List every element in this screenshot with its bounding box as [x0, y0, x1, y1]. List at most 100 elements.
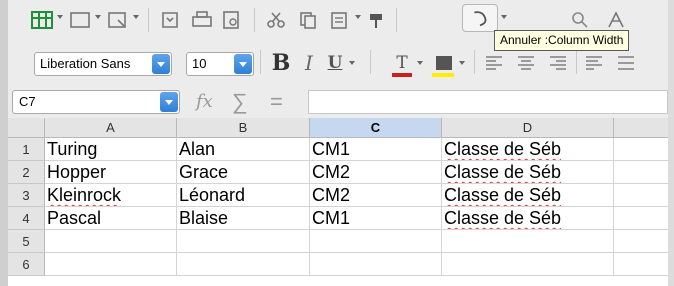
paste-icon[interactable]	[328, 10, 352, 30]
row-header[interactable]: 3	[8, 184, 45, 207]
row-header[interactable]: 2	[8, 161, 45, 184]
cell-b6[interactable]	[177, 253, 310, 276]
print-icon[interactable]	[190, 10, 214, 30]
cell-d3[interactable]: Classe de Séb	[442, 184, 614, 207]
formula-input[interactable]	[308, 90, 668, 114]
row-header[interactable]: 5	[8, 230, 45, 253]
font-name-combobox[interactable]: Liberation Sans	[34, 52, 172, 76]
sum-icon[interactable]: ∑	[232, 89, 248, 115]
cell-c3[interactable]: CM2	[310, 184, 442, 207]
row-header[interactable]: 4	[8, 207, 45, 230]
undo-button[interactable]	[462, 4, 498, 32]
cell-e5[interactable]	[614, 230, 668, 253]
align-center-icon[interactable]	[518, 55, 536, 71]
cell-c1[interactable]: CM1	[310, 138, 442, 161]
cell-d2[interactable]: Classe de Séb	[442, 161, 614, 184]
toolbar-separator	[260, 50, 261, 74]
cell-c4[interactable]: CM1	[310, 207, 442, 230]
merge-cells-icon[interactable]	[618, 55, 636, 71]
find-replace-icon[interactable]	[568, 10, 592, 30]
font-size-combobox[interactable]: 10	[186, 52, 254, 76]
select-all-corner[interactable]	[8, 118, 45, 138]
column-header-e[interactable]	[614, 118, 668, 138]
cell-a2[interactable]: Hopper	[45, 161, 177, 184]
cell-c5[interactable]	[310, 230, 442, 253]
export-pdf-icon[interactable]	[158, 10, 182, 30]
cell-a5[interactable]	[45, 230, 177, 253]
italic-button[interactable]: I	[300, 50, 318, 76]
cell-e2[interactable]	[614, 161, 668, 184]
highlight-icon[interactable]	[436, 56, 452, 70]
name-box-dropdown-icon[interactable]	[160, 92, 178, 112]
toolbar-separator	[370, 50, 371, 74]
toolbar-separator	[254, 8, 255, 32]
formula-bar: C7 fx ∑ =	[8, 88, 668, 116]
cell-e4[interactable]	[614, 207, 668, 230]
paste-dropdown-icon[interactable]	[354, 13, 362, 21]
toolbar-separator	[576, 50, 577, 74]
cell-e6[interactable]	[614, 253, 668, 276]
cell-a1[interactable]: Turing	[45, 138, 177, 161]
cell-b3[interactable]: Léonard	[177, 184, 310, 207]
cell-a4[interactable]: Pascal	[45, 207, 177, 230]
cell-d4[interactable]: Classe de Séb	[442, 207, 614, 230]
column-header-a[interactable]: A	[45, 118, 177, 138]
spelling-icon[interactable]	[604, 10, 628, 30]
cell-e1[interactable]	[614, 138, 668, 161]
align-left-icon[interactable]	[486, 55, 504, 71]
copy-icon[interactable]	[296, 10, 320, 30]
cell-b4[interactable]: Blaise	[177, 207, 310, 230]
table-icon[interactable]	[30, 10, 54, 30]
column-header-d[interactable]: D	[442, 118, 614, 138]
function-wizard-icon[interactable]: fx	[196, 91, 213, 112]
cell-c2[interactable]: CM2	[310, 161, 442, 184]
cell-e3[interactable]	[614, 184, 668, 207]
cell-a6[interactable]	[45, 253, 177, 276]
column-header-b[interactable]: B	[177, 118, 310, 138]
align-right-icon[interactable]	[550, 55, 568, 71]
undo-icon	[474, 11, 487, 27]
highlight-color-swatch	[432, 73, 454, 77]
cell-d6[interactable]	[442, 253, 614, 276]
open-dropdown-icon[interactable]	[94, 13, 102, 21]
templates-dropdown-icon[interactable]	[132, 13, 140, 21]
font-name-value: Liberation Sans	[40, 56, 131, 71]
wrap-text-icon[interactable]	[586, 55, 604, 71]
underline-dropdown-icon[interactable]	[348, 59, 356, 67]
name-box-value: C7	[19, 94, 36, 109]
formula-icon[interactable]: =	[270, 89, 283, 115]
font-color-dropdown-icon[interactable]	[416, 59, 424, 67]
cell-b5[interactable]	[177, 230, 310, 253]
highlight-dropdown-icon[interactable]	[458, 59, 466, 67]
cell-d1-text: Classe de Séb	[444, 139, 562, 159]
spreadsheet-grid: A B C D 1 Turing Alan CM1 Classe de Séb …	[8, 118, 668, 286]
font-name-dropdown-icon[interactable]	[152, 54, 170, 74]
name-box[interactable]: C7	[12, 90, 180, 114]
new-dropdown-icon[interactable]	[56, 13, 64, 21]
window-frame-right	[668, 0, 674, 286]
font-color-swatch	[392, 73, 412, 77]
toolbar-separator	[396, 8, 397, 32]
undo-dropdown-icon[interactable]	[500, 13, 508, 21]
undo-tooltip: Annuler :Column Width	[494, 30, 630, 51]
toolbar-separator	[148, 8, 149, 32]
cut-icon[interactable]	[264, 10, 288, 30]
row-header[interactable]: 6	[8, 253, 45, 276]
column-header-c[interactable]: C	[310, 118, 442, 138]
cell-b2[interactable]: Grace	[177, 161, 310, 184]
cell-a3[interactable]: Kleinrock	[45, 184, 177, 207]
templates-icon[interactable]	[106, 10, 130, 30]
cell-d4-text: Classe de Séb	[444, 208, 562, 228]
cell-c6[interactable]	[310, 253, 442, 276]
cell-d5[interactable]	[442, 230, 614, 253]
row-header[interactable]: 1	[8, 138, 45, 161]
clone-formatting-icon[interactable]	[364, 10, 388, 30]
open-icon[interactable]	[68, 10, 92, 30]
font-size-value: 10	[192, 56, 207, 71]
cell-d1[interactable]: Classe de Séb	[442, 138, 614, 161]
font-size-dropdown-icon[interactable]	[234, 54, 252, 74]
print-preview-icon[interactable]	[220, 10, 244, 30]
underline-button[interactable]: U	[326, 50, 344, 76]
cell-b1[interactable]: Alan	[177, 138, 310, 161]
bold-button[interactable]: B	[270, 50, 292, 76]
